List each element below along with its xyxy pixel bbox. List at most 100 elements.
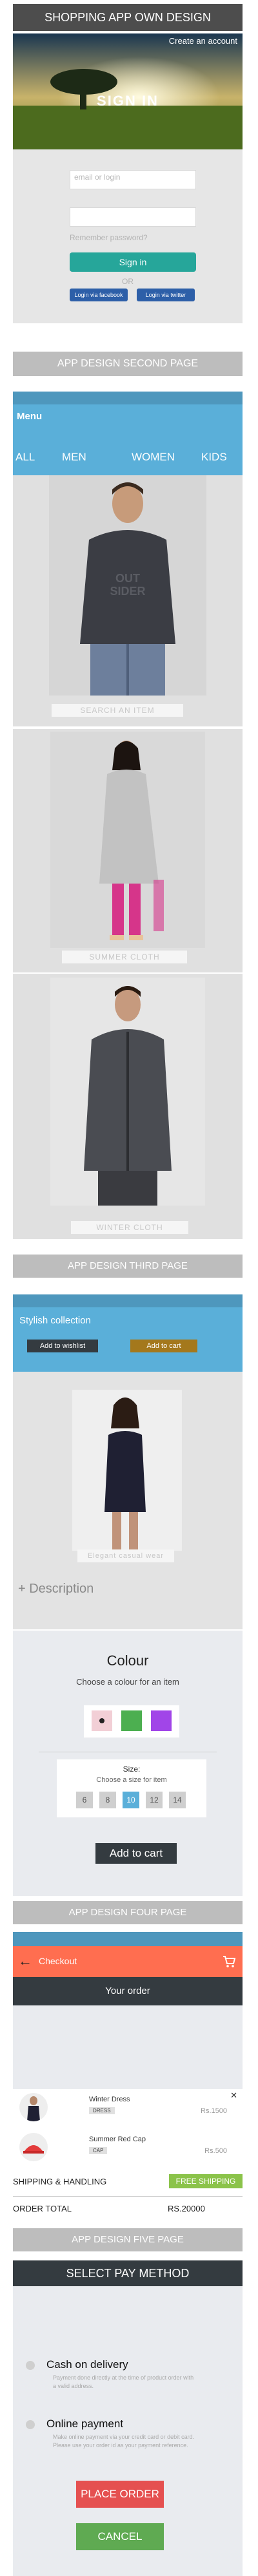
colour-swatch-green[interactable]	[121, 1710, 142, 1731]
online-payment-description: Make online payment via your credit card…	[53, 2434, 195, 2448]
product-image-dress[interactable]	[72, 1390, 182, 1551]
page2-banner-title: APP DESIGN SECOND PAGE	[57, 358, 199, 369]
collection-header: Stylish collection Add to wishlist Add t…	[13, 1294, 243, 1372]
checkout-title: Checkout	[39, 1956, 77, 1966]
item-thumbnail	[19, 2133, 48, 2161]
create-account-link[interactable]: Create an account	[169, 36, 237, 46]
cart-icon[interactable]	[222, 1954, 236, 1968]
sign-in-button[interactable]: Sign in	[70, 252, 196, 272]
checkout-header: ← Checkout	[13, 1946, 243, 1977]
size-option[interactable]: 14	[169, 1792, 186, 1808]
size-subtitle: Choose a size for item	[96, 1776, 167, 1784]
sign-in-form: email or login Remember password? Sign i…	[13, 149, 243, 323]
collection-title: Stylish collection	[19, 1315, 91, 1326]
product-caption: SUMMER CLOTH	[62, 951, 187, 963]
cod-description: Payment done directly at the time of pro…	[53, 2374, 194, 2389]
remove-item-icon[interactable]: ✕	[230, 2090, 237, 2101]
remember-password-label[interactable]: Remember password?	[70, 233, 148, 242]
options-panel: Colour Choose a colour for an item Size:…	[13, 1631, 243, 1896]
status-bar	[13, 1294, 243, 1307]
description-toggle[interactable]: + Description	[13, 1573, 243, 1604]
password-field[interactable]	[70, 207, 196, 227]
size-title: Size:	[123, 1765, 141, 1774]
size-options: 6 8 10 12 14	[76, 1792, 192, 1808]
selected-dot-icon	[99, 1718, 104, 1723]
page3-banner-title: APP DESIGN THIRD PAGE	[68, 1260, 188, 1271]
item-name: Winter Dress	[89, 2096, 130, 2103]
description-label: + Description	[18, 1582, 94, 1596]
divider	[13, 2196, 243, 2197]
menu-button[interactable]: Menu	[17, 411, 42, 422]
add-to-cart-top-button[interactable]: Add to cart	[130, 1340, 197, 1352]
item-tag: DRESS	[89, 2107, 115, 2114]
page1-header-title: SHOPPING APP OWN DESIGN	[45, 11, 211, 24]
item-name: Summer Red Cap	[89, 2136, 146, 2143]
product-image-men-jacket[interactable]	[50, 978, 205, 1206]
login-facebook-button[interactable]: Login via facebook	[70, 289, 128, 301]
online-payment-label[interactable]: Online payment	[46, 2418, 123, 2430]
cancel-button[interactable]: CANCEL	[76, 2523, 164, 2550]
pay-method-title: SELECT PAY METHOD	[66, 2267, 190, 2280]
page1-header: SHOPPING APP OWN DESIGN	[13, 4, 243, 31]
shipping-label: SHIPPING & HANDLING	[13, 2177, 107, 2186]
place-order-button[interactable]: PLACE ORDER	[76, 2481, 164, 2508]
product-image-women-kurta[interactable]	[50, 732, 205, 948]
page4-banner-title: APP DESIGN FOUR PAGE	[68, 1907, 187, 1918]
sign-in-hero: Create an account SIGN IN	[13, 33, 243, 149]
tab-kids[interactable]: KIDS	[201, 451, 227, 464]
payment-panel: Cash on delivery Payment done directly a…	[13, 2286, 243, 2576]
cod-radio[interactable]	[26, 2361, 35, 2370]
status-bar	[13, 1932, 243, 1946]
product-detail: Elegant casual wear + Description	[13, 1372, 243, 1629]
email-field[interactable]: email or login	[70, 170, 196, 189]
product-card[interactable]: OUT SIDER SEARCH AN ITEM	[13, 475, 243, 726]
size-option-selected[interactable]: 10	[123, 1792, 139, 1808]
size-selector: Size: Choose a size for item 6 8 10 12 1…	[57, 1759, 206, 1817]
tab-women[interactable]: WOMEN	[132, 451, 175, 464]
order-total-value: RS.20000	[168, 2204, 205, 2213]
add-to-wishlist-button[interactable]: Add to wishlist	[27, 1340, 98, 1352]
item-tag: CAP	[89, 2147, 108, 2154]
size-option[interactable]: 8	[99, 1792, 116, 1808]
sunset-landscape-image	[13, 33, 243, 149]
image-caption: Elegant casual wear	[77, 1549, 174, 1562]
shipping-value: FREE SHIPPING	[169, 2174, 243, 2188]
item-price: Rs.1500	[201, 2107, 227, 2115]
page2-header: Menu ALL MEN WOMEN KIDS	[13, 392, 243, 475]
colour-swatch-group	[84, 1705, 179, 1738]
login-twitter-button[interactable]: Login via twitter	[137, 289, 195, 301]
product-caption: WINTER CLOTH	[71, 1221, 188, 1234]
item-thumbnail	[19, 2093, 48, 2121]
size-option[interactable]: 12	[146, 1792, 163, 1808]
status-bar	[13, 392, 243, 404]
colour-subtitle: Choose a colour for an item	[76, 1677, 179, 1687]
product-caption: SEARCH AN ITEM	[52, 704, 183, 717]
tab-all[interactable]: ALL	[15, 451, 35, 464]
your-order-bar: Your order	[13, 1977, 243, 2005]
product-image-men-sweater[interactable]: OUT SIDER	[49, 475, 206, 696]
pay-method-header: SELECT PAY METHOD	[13, 2260, 243, 2286]
order-total-label: ORDER TOTAL	[13, 2204, 72, 2213]
category-tabs: ALL MEN WOMEN KIDS	[13, 451, 243, 466]
colour-title: Colour	[106, 1653, 149, 1669]
tab-men[interactable]: MEN	[62, 451, 86, 464]
page2-banner: APP DESIGN SECOND PAGE	[13, 352, 243, 376]
product-card[interactable]: SUMMER CLOTH	[13, 729, 243, 972]
product-card[interactable]: WINTER CLOTH	[13, 974, 243, 1239]
shirt-print-text: OUT SIDER	[110, 572, 146, 598]
page5-banner-title: APP DESIGN FIVE PAGE	[72, 2234, 184, 2245]
order-item: Summer Red Cap CAP Rs.500	[13, 2129, 243, 2166]
your-order-title: Your order	[105, 1985, 150, 1996]
page5-banner: APP DESIGN FIVE PAGE	[13, 2228, 243, 2251]
cod-label[interactable]: Cash on delivery	[46, 2358, 128, 2371]
add-to-cart-button[interactable]: Add to cart	[95, 1843, 177, 1864]
size-option[interactable]: 6	[76, 1792, 93, 1808]
order-spacer	[13, 2005, 243, 2089]
back-arrow-icon[interactable]: ←	[18, 1954, 32, 1968]
page3-banner: APP DESIGN THIRD PAGE	[13, 1255, 243, 1278]
item-price: Rs.500	[204, 2147, 227, 2155]
colour-swatch-purple[interactable]	[151, 1710, 172, 1731]
sign-in-title: SIGN IN	[97, 93, 159, 109]
or-divider: OR	[122, 277, 134, 286]
online-payment-radio[interactable]	[26, 2420, 35, 2429]
